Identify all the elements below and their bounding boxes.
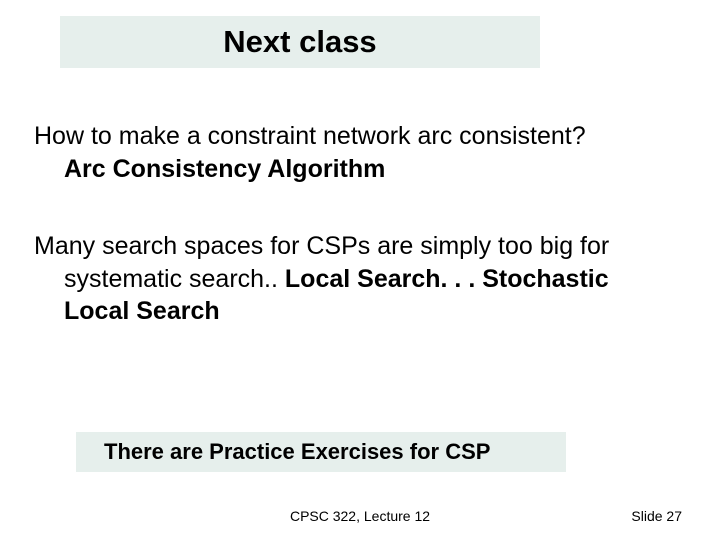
para1-topic: Arc Consistency Algorithm bbox=[34, 153, 674, 186]
para1-question: How to make a constraint network arc con… bbox=[34, 122, 586, 150]
footer-slide-number: Slide 27 bbox=[631, 508, 682, 524]
paragraph-1: How to make a constraint network arc con… bbox=[34, 120, 674, 185]
title-banner: Next class bbox=[60, 16, 540, 68]
slide-title: Next class bbox=[223, 24, 376, 60]
footer-course: CPSC 322, Lecture 12 bbox=[0, 508, 720, 524]
para2-line2-wrap: systematic search.. Local Search. . . St… bbox=[34, 265, 609, 293]
paragraph-2: Many search spaces for CSPs are simply t… bbox=[34, 230, 686, 328]
para2-line1: Many search spaces for CSPs are simply t… bbox=[34, 232, 609, 260]
para2-line3: Local Search bbox=[34, 297, 220, 325]
practice-text: There are Practice Exercises for CSP bbox=[104, 439, 490, 465]
para2-line2b: Local Search. . . Stochastic bbox=[285, 265, 609, 293]
practice-banner: There are Practice Exercises for CSP bbox=[76, 432, 566, 472]
para2-line2a: systematic search.. bbox=[64, 265, 285, 293]
